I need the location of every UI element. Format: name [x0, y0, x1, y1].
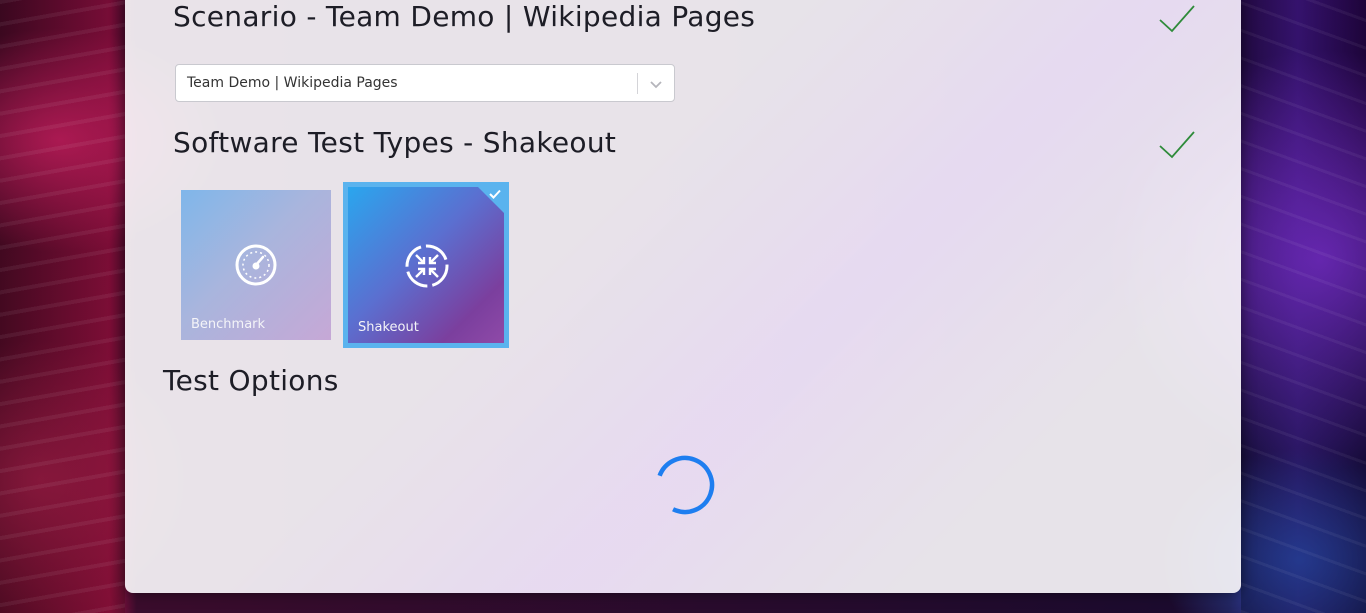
test-type-tile-benchmark[interactable]: Benchmark [181, 190, 331, 340]
main-panel: Scenario - Team Demo | Wikipedia Pages T… [125, 0, 1241, 593]
loading-spinner-icon [655, 455, 715, 515]
tile-shakeout-body: Shakeout [348, 187, 504, 343]
speedometer-icon [235, 244, 277, 286]
tile-label-benchmark: Benchmark [191, 317, 266, 332]
shrink-arrows-icon [405, 244, 449, 288]
background-stage-right [1241, 0, 1366, 613]
selected-check-icon [489, 189, 501, 199]
scenario-select[interactable]: Team Demo | Wikipedia Pages [175, 64, 675, 102]
background-stage-left [0, 0, 125, 613]
scenario-checkmark-icon [1159, 5, 1195, 33]
test-types-title: Software Test Types - Shakeout [173, 126, 617, 159]
chevron-down-icon[interactable] [647, 75, 665, 93]
scenario-title: Scenario - Team Demo | Wikipedia Pages [173, 0, 756, 33]
test-types-checkmark-icon [1159, 131, 1195, 159]
test-type-tile-shakeout[interactable]: Shakeout [343, 182, 509, 348]
scenario-select-value: Team Demo | Wikipedia Pages [187, 75, 398, 91]
select-separator [637, 73, 638, 94]
test-options-title: Test Options [163, 364, 339, 397]
tile-label-shakeout: Shakeout [358, 320, 419, 335]
